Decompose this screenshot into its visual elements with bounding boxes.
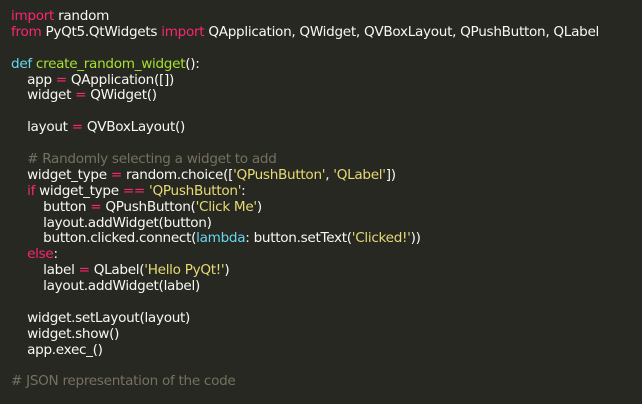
code-token: ():	[185, 55, 200, 72]
code-token: ])	[385, 166, 396, 183]
code-token: lambda	[196, 230, 246, 247]
code-token: random.choice([	[121, 166, 234, 183]
code-token: button	[11, 198, 91, 215]
code-token: =	[78, 262, 90, 279]
code-token: 'QPushButton'	[233, 166, 326, 183]
code-token: QLabel(	[89, 262, 145, 279]
code-token: label	[11, 262, 79, 279]
code-token: button.clicked.connect(	[11, 230, 197, 247]
code-token: from	[11, 23, 42, 40]
code-token: =	[110, 166, 122, 183]
code-line: button.clicked.connect(lambda: button.se…	[11, 231, 642, 247]
code-token: )	[256, 198, 262, 215]
code-token: 'QPushButton'	[149, 182, 242, 199]
code-line: widget_type = random.choice(['QPushButto…	[11, 166, 642, 184]
code-line: # Randomly selecting a widget to add	[11, 151, 642, 168]
code-token: random	[54, 8, 110, 24]
code-token: QApplication, QWidget, QVBoxLayout, QPus…	[204, 23, 599, 40]
code-token: layout	[11, 119, 72, 136]
code-token: :	[53, 246, 58, 263]
code-token: : button.setText(	[245, 230, 352, 247]
code-token: ==	[122, 182, 146, 199]
code-token: QWidget()	[86, 87, 157, 104]
code-token: )	[224, 262, 230, 279]
code-line: import random	[11, 8, 642, 25]
code-token: :	[241, 182, 246, 199]
code-token: widget	[11, 87, 76, 104]
code-token: ))	[410, 230, 421, 247]
code-token: QPushButton(	[101, 198, 196, 215]
code-token: 'Clicked!'	[351, 230, 411, 247]
code-token: QApplication([])	[66, 71, 174, 88]
code-token: 'QLabel'	[333, 166, 386, 183]
code-token: =	[75, 87, 87, 104]
code-line: widget.setLayout(layout)	[11, 309, 642, 327]
code-token: else	[27, 246, 54, 263]
code-line: # JSON representation of the code	[11, 374, 642, 390]
code-line: app = QApplication([])	[11, 71, 642, 89]
code-token: =	[55, 71, 67, 88]
code-line: label = QLabel('Hello PyQt!')	[11, 262, 642, 279]
code-token: app	[11, 71, 56, 88]
code-line: layout.addWidget(button)	[11, 214, 642, 232]
code-token: PyQt5.QtWidgets	[41, 23, 162, 40]
code-line: app.exec_()	[11, 341, 642, 359]
code-token: QVBoxLayout()	[82, 119, 186, 136]
code-token: # Randomly selecting a widget to add	[11, 151, 277, 168]
code-token: layout.addWidget(button)	[11, 214, 212, 231]
code-token: =	[90, 198, 102, 215]
code-line: if widget_type == 'QPushButton':	[11, 182, 642, 200]
code-token: def	[11, 55, 32, 72]
code-line: widget.show()	[11, 325, 642, 343]
code-token: # JSON representation of the code	[11, 373, 236, 390]
code-line: def create_random_widget():	[11, 55, 642, 73]
code-token: import	[11, 8, 55, 24]
code-token: import	[161, 23, 205, 40]
code-token: if	[27, 182, 36, 199]
code-editor[interactable]: import random from PyQt5.QtWidgets import…	[0, 0, 642, 404]
code-block[interactable]: import random from PyQt5.QtWidgets import…	[11, 8, 642, 390]
code-token: widget.setLayout(layout)	[11, 309, 191, 326]
code-token: app.exec_()	[11, 341, 103, 358]
code-line: widget = QWidget()	[11, 88, 642, 104]
code-token: 'Click Me'	[195, 198, 258, 215]
code-token: layout.addWidget(label)	[11, 278, 200, 295]
code-line: layout.addWidget(label)	[11, 278, 642, 295]
code-token: create_random_widget	[35, 55, 186, 72]
code-line: layout = QVBoxLayout()	[11, 119, 642, 136]
code-token: widget_type	[35, 182, 123, 199]
code-token: widget.show()	[11, 325, 120, 342]
code-line: from PyQt5.QtWidgets import QApplication…	[11, 23, 642, 41]
code-token: widget_type	[11, 166, 111, 183]
code-token: 'Hello PyQt!'	[144, 262, 225, 279]
code-token: =	[71, 119, 83, 136]
code-line: else:	[11, 246, 642, 263]
code-line: button = QPushButton('Click Me')	[11, 198, 642, 216]
